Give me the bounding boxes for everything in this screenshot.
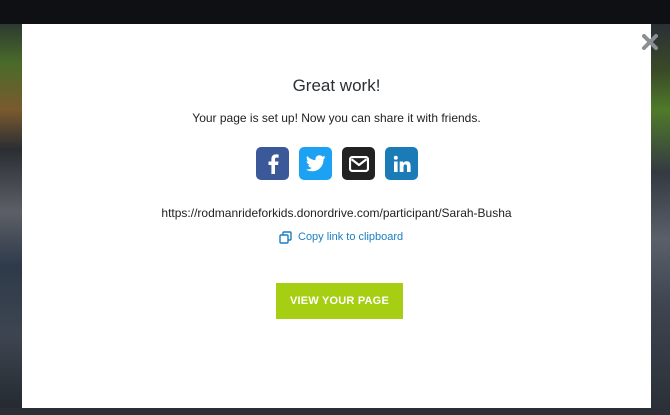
email-share-button[interactable] (342, 147, 375, 180)
envelope-icon (348, 155, 369, 172)
modal-title: Great work! (292, 76, 381, 95)
copy-link-button[interactable]: Copy link to clipboard (279, 229, 403, 245)
backdrop-left-strip (0, 24, 22, 415)
backdrop-top-bar (0, 0, 670, 24)
linkedin-icon (393, 155, 411, 172)
close-button[interactable] (639, 31, 661, 53)
share-url: https://rodmanrideforkids.donordrive.com… (161, 206, 512, 220)
copy-icon (279, 230, 292, 244)
share-buttons (256, 147, 418, 181)
share-modal: Great work! Your page is set up! Now you… (22, 24, 658, 408)
copy-link-label[interactable]: Copy link to clipboard (298, 231, 403, 243)
close-icon[interactable] (641, 33, 659, 51)
modal-subtitle: Your page is set up! Now you can share i… (192, 111, 481, 125)
backdrop-right-strip (651, 24, 670, 415)
twitter-icon (305, 155, 326, 172)
backdrop-bottom-strip (0, 408, 670, 415)
facebook-share-button[interactable] (256, 147, 289, 180)
twitter-share-button[interactable] (299, 147, 332, 180)
facebook-icon (268, 153, 279, 174)
view-your-page-button[interactable]: VIEW YOUR PAGE (276, 283, 403, 319)
linkedin-share-button[interactable] (385, 147, 418, 180)
